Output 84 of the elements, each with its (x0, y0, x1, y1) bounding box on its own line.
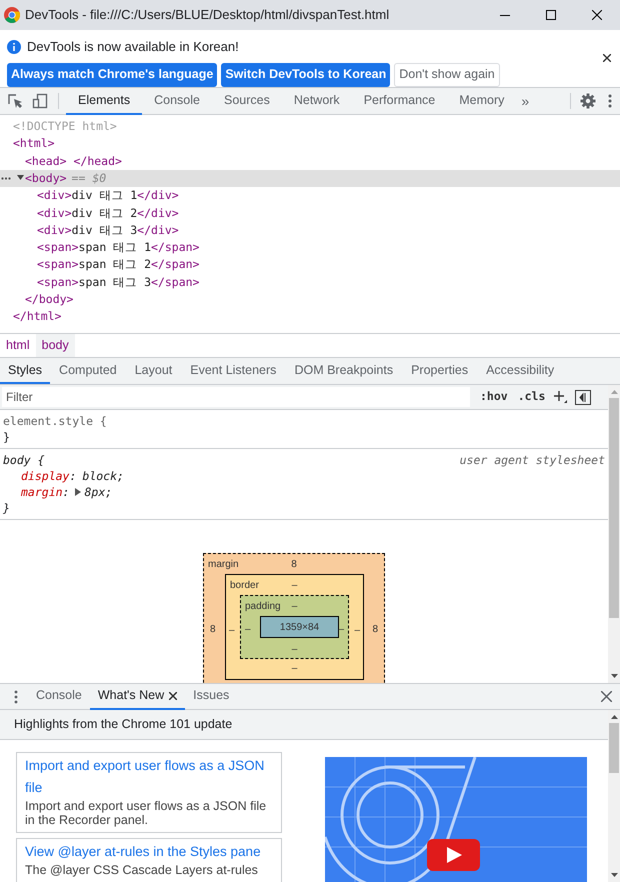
device-icon (32, 93, 48, 109)
pseudo-state-button[interactable]: :hov (480, 388, 508, 406)
margin-box: margin 8 8 8 border – – – – padding – – – – 1359×84 (203, 553, 385, 683)
feature-card[interactable]: View @layer at-rules in the Styles pane The @layer CSS Cascade Layers at-rules (16, 838, 282, 882)
feature-title[interactable]: Import and export user flows as a JSON file (25, 755, 273, 799)
expand-triangle-icon[interactable] (17, 174, 24, 181)
breadcrumb[interactable]: html (0, 334, 36, 357)
dom-node[interactable]: <head> </head> (0, 152, 620, 170)
maximize-icon (546, 10, 556, 20)
scrollbar-thumb[interactable] (609, 398, 619, 618)
plus-icon (553, 390, 568, 404)
new-rule-button[interactable] (553, 390, 568, 404)
more-tabs-button[interactable]: » (516, 88, 534, 114)
whats-new-heading: Highlights from the Chrome 101 update (0, 710, 608, 740)
drawer-tab[interactable]: Issues (185, 683, 238, 710)
sidebar-tab[interactable]: Layout (126, 358, 182, 384)
scroll-down-icon[interactable] (610, 674, 618, 679)
feature-description: The @layer CSS Cascade Layers at-rules (25, 863, 259, 877)
dom-node[interactable]: <span>span 태그 1</span> (0, 239, 620, 256)
breadcrumb[interactable]: body (36, 334, 75, 357)
feature-title[interactable]: View @layer at-rules in the Styles pane (25, 841, 273, 863)
dom-node[interactable]: </body> (0, 290, 620, 308)
sidebar-tab[interactable]: DOM Breakpoints (285, 358, 402, 384)
browser-logo-icon (4, 7, 20, 23)
dom-node[interactable]: <div>div 태그 1</div> (0, 187, 620, 204)
dom-node[interactable]: <span>span 태그 3</span> (0, 274, 620, 291)
padding-box: padding – – – – 1359×84 (240, 595, 349, 659)
infobar-message: DevTools is now available in Korean! (27, 38, 239, 56)
cursor-icon (7, 93, 23, 109)
panel-tab[interactable]: Console (142, 88, 212, 114)
border-box: border – – – – padding – – – – 1359×84 (225, 574, 364, 680)
infobar-button[interactable]: Don't show again (394, 62, 500, 86)
info-icon (7, 40, 21, 54)
panel-tab[interactable]: Elements (66, 88, 142, 114)
close-icon (592, 10, 602, 20)
close-drawer-button[interactable] (600, 690, 612, 702)
panel-tab[interactable]: Network (282, 88, 352, 114)
close-icon[interactable] (169, 692, 178, 700)
dom-node[interactable]: <body> == $0 (0, 170, 620, 188)
minimize-icon (500, 14, 510, 16)
scrollbar[interactable] (608, 385, 620, 683)
dom-node[interactable]: <span>span 태그 2</span> (0, 256, 620, 274)
rule-selector: element.style { (3, 413, 107, 429)
window-title: DevTools - file:///C:/Users/BLUE/Desktop/html/divspanTest.html (25, 6, 390, 24)
rule-origin: user agent stylesheet (460, 452, 605, 468)
sidebar-tab[interactable]: Computed (50, 358, 126, 384)
feature-card[interactable]: Import and export user flows as a JSON file Import and export user flows as a JSON file in the Recorder panel. (16, 752, 282, 833)
expand-triangle-icon[interactable] (75, 488, 82, 496)
dismiss-button[interactable] (601, 52, 613, 64)
infobar-button[interactable]: Switch DevTools to Korean (221, 62, 390, 86)
rule-brace: } (3, 500, 11, 516)
sidebar-tab[interactable]: Event Listeners (181, 358, 286, 384)
panel-tab[interactable]: Sources (212, 88, 282, 114)
pseudo-state-button[interactable]: .cls (518, 388, 546, 406)
sidebar-tab[interactable]: Accessibility (477, 358, 564, 384)
close-icon (603, 54, 611, 62)
dom-node[interactable]: <div>div 태그 3</div> (0, 222, 620, 240)
dom-node[interactable]: <html> (0, 135, 620, 153)
infobar-button[interactable]: Always match Chrome's language (7, 62, 218, 86)
settings-icon (580, 93, 596, 109)
scrollbar[interactable] (608, 710, 620, 882)
style-property[interactable]: display: block; (3, 468, 605, 484)
sidebar-tab[interactable]: Properties (402, 358, 478, 384)
rule-selector: body { (3, 452, 45, 468)
settings-button[interactable] (579, 92, 597, 110)
panel-tab[interactable]: Memory (447, 88, 516, 114)
content-box: 1359×84 (260, 616, 339, 638)
style-property[interactable]: margin: 8px; (3, 484, 605, 500)
kebab-menu-icon (14, 690, 18, 704)
dom-node[interactable]: <div>div 태그 2</div> (0, 204, 620, 222)
panel-tab[interactable]: Performance (352, 88, 448, 114)
rule-brace: } (3, 429, 11, 445)
scrollbar-thumb[interactable] (609, 723, 619, 773)
toggle-sidebar-button[interactable] (575, 390, 592, 404)
ellipsis-icon (1, 176, 11, 180)
sidebar-toggle-icon (575, 390, 592, 404)
feature-description: Import and export user flows as a JSON file in the Recorder panel. (25, 799, 268, 827)
scroll-down-icon[interactable] (610, 873, 618, 878)
drawer-tab[interactable]: Console (28, 683, 90, 710)
kebab-menu-icon (608, 94, 612, 108)
dom-node[interactable]: </html> (0, 308, 620, 326)
scroll-up-icon[interactable] (610, 714, 618, 719)
close-icon (600, 691, 612, 702)
filter-field[interactable]: Filter (2, 387, 470, 407)
